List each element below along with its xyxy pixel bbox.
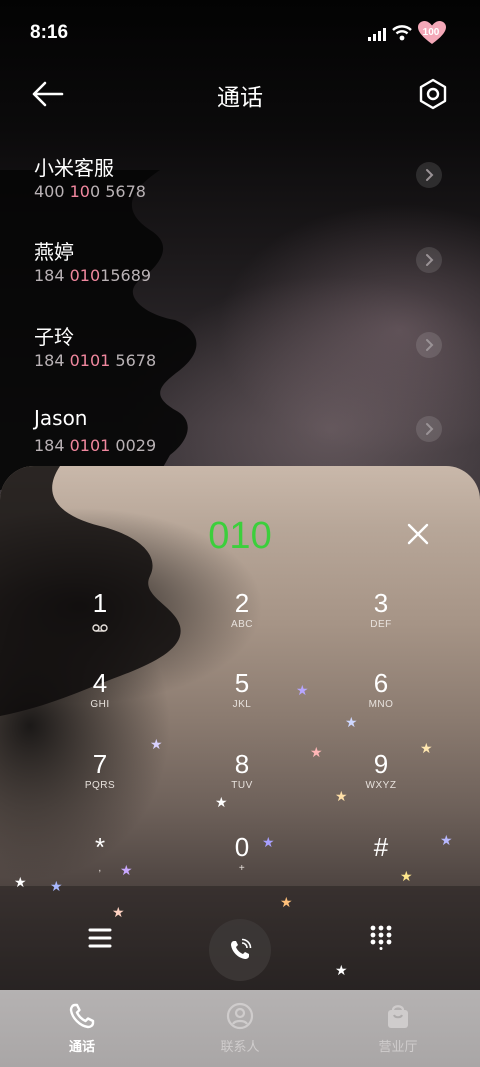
call-button[interactable] (209, 919, 271, 981)
phone-call-icon (231, 938, 252, 959)
contact-item[interactable]: 燕婷 184 01015689 (0, 236, 480, 316)
status-time: 8:16 (30, 22, 69, 43)
dial-key-hash[interactable]: # (321, 832, 441, 902)
dial-key-4[interactable]: 4 GHI (40, 668, 160, 738)
phone-icon (69, 1003, 95, 1029)
voicemail-icon (92, 624, 108, 632)
chevron-right-icon (426, 423, 434, 435)
battery-level: 100 (422, 27, 440, 38)
dial-key-star[interactable]: * , (40, 832, 160, 902)
contact-number: 184 0101 0029 (34, 436, 157, 455)
tab-service-hall[interactable]: 营业厅 (318, 990, 478, 1067)
tab-label: 联系人 (220, 1040, 260, 1055)
chevron-right-icon (426, 254, 434, 266)
dial-pad: ★ ★ ★ ★ ★ ★ ★ ★ ★ ★ ★ ★ ★ ★ ★ ★ 010 1 2 … (0, 466, 480, 991)
status-bar: 8:16 100 (0, 0, 480, 64)
dial-key-6[interactable]: 6 MNO (321, 668, 441, 738)
clear-input-icon[interactable] (406, 522, 430, 546)
contact-detail-button[interactable] (416, 162, 442, 188)
wifi-icon (392, 25, 412, 41)
tab-label: 营业厅 (378, 1040, 418, 1055)
contact-name: 燕婷 (34, 240, 74, 264)
contact-number: 184 0101 5678 (34, 351, 157, 370)
contact-detail-button[interactable] (416, 416, 442, 442)
dial-key-1[interactable]: 1 (40, 588, 160, 658)
contact-name: 子玲 (34, 325, 74, 349)
dial-key-3[interactable]: 3 DEF (321, 588, 441, 658)
dial-key-7[interactable]: 7 PQRS (40, 749, 160, 819)
contact-number: 184 01015689 (34, 266, 152, 285)
dial-key-2[interactable]: 2 ABC (182, 588, 302, 658)
contact-item[interactable]: 子玲 184 0101 5678 (0, 321, 480, 401)
bottom-tab-bar: 通话 联系人 营业厅 (0, 990, 480, 1067)
dial-key-0[interactable]: 0 + (182, 832, 302, 902)
bag-icon (388, 1005, 408, 1028)
settings-icon[interactable] (416, 77, 450, 111)
page-title: 通话 (217, 85, 263, 111)
dial-key-8[interactable]: 8 TUV (182, 749, 302, 819)
menu-icon[interactable] (84, 924, 116, 952)
tab-label: 通话 (68, 1040, 95, 1055)
chevron-right-icon (426, 169, 434, 181)
keypad-toggle-icon[interactable] (368, 924, 394, 950)
signal-icon (368, 28, 386, 41)
contact-number: 400 100 5678 (34, 182, 146, 201)
contact-item[interactable]: 小米客服 400 100 5678 (0, 152, 480, 232)
tab-contacts[interactable]: 联系人 (160, 990, 320, 1067)
contact-name: Jason (34, 406, 88, 430)
chevron-right-icon (426, 339, 434, 351)
battery-icon: 100 (418, 21, 446, 45)
contact-name: 小米客服 (34, 156, 114, 180)
contact-detail-button[interactable] (416, 247, 442, 273)
tab-calls[interactable]: 通话 (2, 990, 162, 1067)
person-icon (226, 1002, 254, 1030)
dial-key-5[interactable]: 5 JKL (182, 668, 302, 738)
contact-detail-button[interactable] (416, 332, 442, 358)
dial-key-9[interactable]: 9 WXYZ (321, 749, 441, 819)
